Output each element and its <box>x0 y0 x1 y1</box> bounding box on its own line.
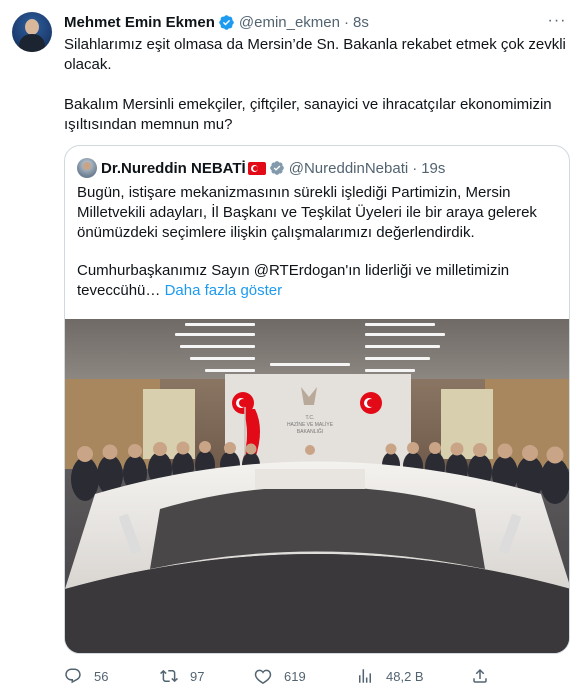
quoted-tweet-time: 19s <box>421 159 446 177</box>
views-button[interactable]: 48,2 B <box>356 667 424 685</box>
retweet-button[interactable]: 97 <box>160 667 204 685</box>
meeting-room-illustration: T.C. HAZİNE VE MALİYE BAKANLIĞI <box>65 319 569 653</box>
sign-line-1: T.C. <box>306 415 315 421</box>
reply-count: 56 <box>94 668 109 684</box>
quoted-tweet-header: Dr.Nureddin NEBATİ @NureddinNebati · 19s <box>77 158 445 178</box>
tweet-time[interactable]: 8s <box>353 14 369 31</box>
quoted-tweet[interactable]: Dr.Nureddin NEBATİ @NureddinNebati · 19s… <box>64 145 570 654</box>
author-avatar[interactable] <box>12 12 52 52</box>
quoted-verified-badge-icon <box>269 161 284 175</box>
verified-badge-icon <box>219 14 234 30</box>
reply-icon <box>65 668 81 684</box>
quoted-author-handle: @NureddinNebati <box>288 159 409 177</box>
avatar-face <box>25 19 39 35</box>
tweet-header: Mehmet Emin Ekmen @emin_ekmen · 8s <box>64 12 369 32</box>
quoted-text-paragraph-1: Bugün, istişare mekanizmasının sürekli i… <box>77 184 537 241</box>
header-separator: · <box>343 13 349 31</box>
share-icon <box>473 668 487 683</box>
author-name[interactable]: Mehmet Emin Ekmen <box>64 14 215 31</box>
quoted-header-separator: · <box>412 159 418 177</box>
views-chart-icon <box>359 669 371 683</box>
tweet-text-paragraph-1: Silahlarımız eşit olmasa da Mersin’de Sn… <box>64 36 566 73</box>
tweet-actions: 56 97 619 48,2 B <box>64 666 494 686</box>
meeting-photo[interactable]: T.C. HAZİNE VE MALİYE BAKANLIĞI <box>65 319 569 653</box>
sign-line-2: HAZİNE VE MALİYE <box>287 421 334 428</box>
quoted-author-avatar <box>77 158 97 178</box>
turkey-flag-icon <box>247 161 266 175</box>
author-handle[interactable]: @emin_ekmen <box>239 14 340 31</box>
retweet-count: 97 <box>190 668 205 684</box>
tweet-text-paragraph-2: Bakalım Mersinli emekçiler, çiftçiler, s… <box>64 96 552 133</box>
more-options-icon[interactable]: ··· <box>546 10 568 32</box>
sign-line-3: BAKANLIĞI <box>297 428 323 435</box>
views-count: 48,2 B <box>386 668 424 684</box>
share-button[interactable] <box>471 667 489 685</box>
quoted-author-name: Dr.Nureddin NEBATİ <box>101 159 246 177</box>
retweet-icon <box>160 669 178 683</box>
like-button[interactable]: 619 <box>254 667 306 685</box>
reply-button[interactable]: 56 <box>64 667 108 685</box>
like-count: 619 <box>284 668 306 684</box>
quoted-text-body: Cumhurbaşkanımız Sayın @RTErdogan'ın lid… <box>77 262 510 299</box>
show-more-link[interactable]: Daha fazla göster <box>165 282 283 299</box>
heart-icon <box>254 669 272 684</box>
avatar-body <box>19 34 45 52</box>
quoted-text-paragraph-2: Cumhurbaşkanımız Sayın @RTErdogan'ın lid… <box>77 261 557 301</box>
